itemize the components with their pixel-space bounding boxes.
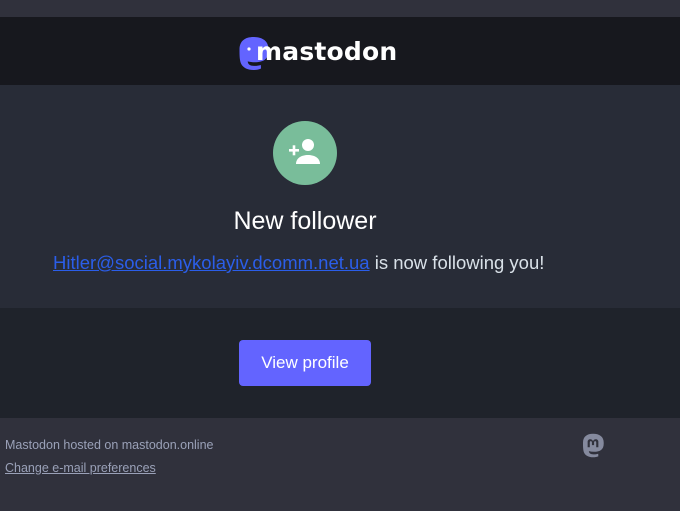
email-footer: Mastodon hosted on mastodon.online Chang…	[0, 418, 680, 511]
notification-message: Hitler@social.mykolayiv.dcomm.net.ua is …	[53, 252, 544, 274]
top-strip	[0, 0, 680, 17]
change-email-preferences-link[interactable]: Change e-mail preferences	[5, 461, 156, 475]
person-add-icon	[289, 139, 320, 164]
message-suffix: is now following you!	[369, 252, 545, 273]
notification-heading: New follower	[233, 207, 377, 235]
action-section: View profile	[0, 308, 680, 418]
mastodon-logo[interactable]: mastodon	[237, 36, 397, 71]
follower-badge	[273, 121, 337, 185]
hosted-on-text: Mastodon hosted on mastodon.online	[5, 438, 214, 452]
email-header: mastodon	[0, 17, 680, 85]
follower-handle-link[interactable]: Hitler@social.mykolayiv.dcomm.net.ua	[53, 252, 370, 273]
notification-hero: New follower Hitler@social.mykolayiv.dco…	[0, 85, 680, 308]
brand-name: mastodon	[256, 37, 398, 66]
view-profile-button[interactable]: View profile	[239, 340, 371, 386]
mastodon-small-icon[interactable]	[581, 433, 605, 458]
